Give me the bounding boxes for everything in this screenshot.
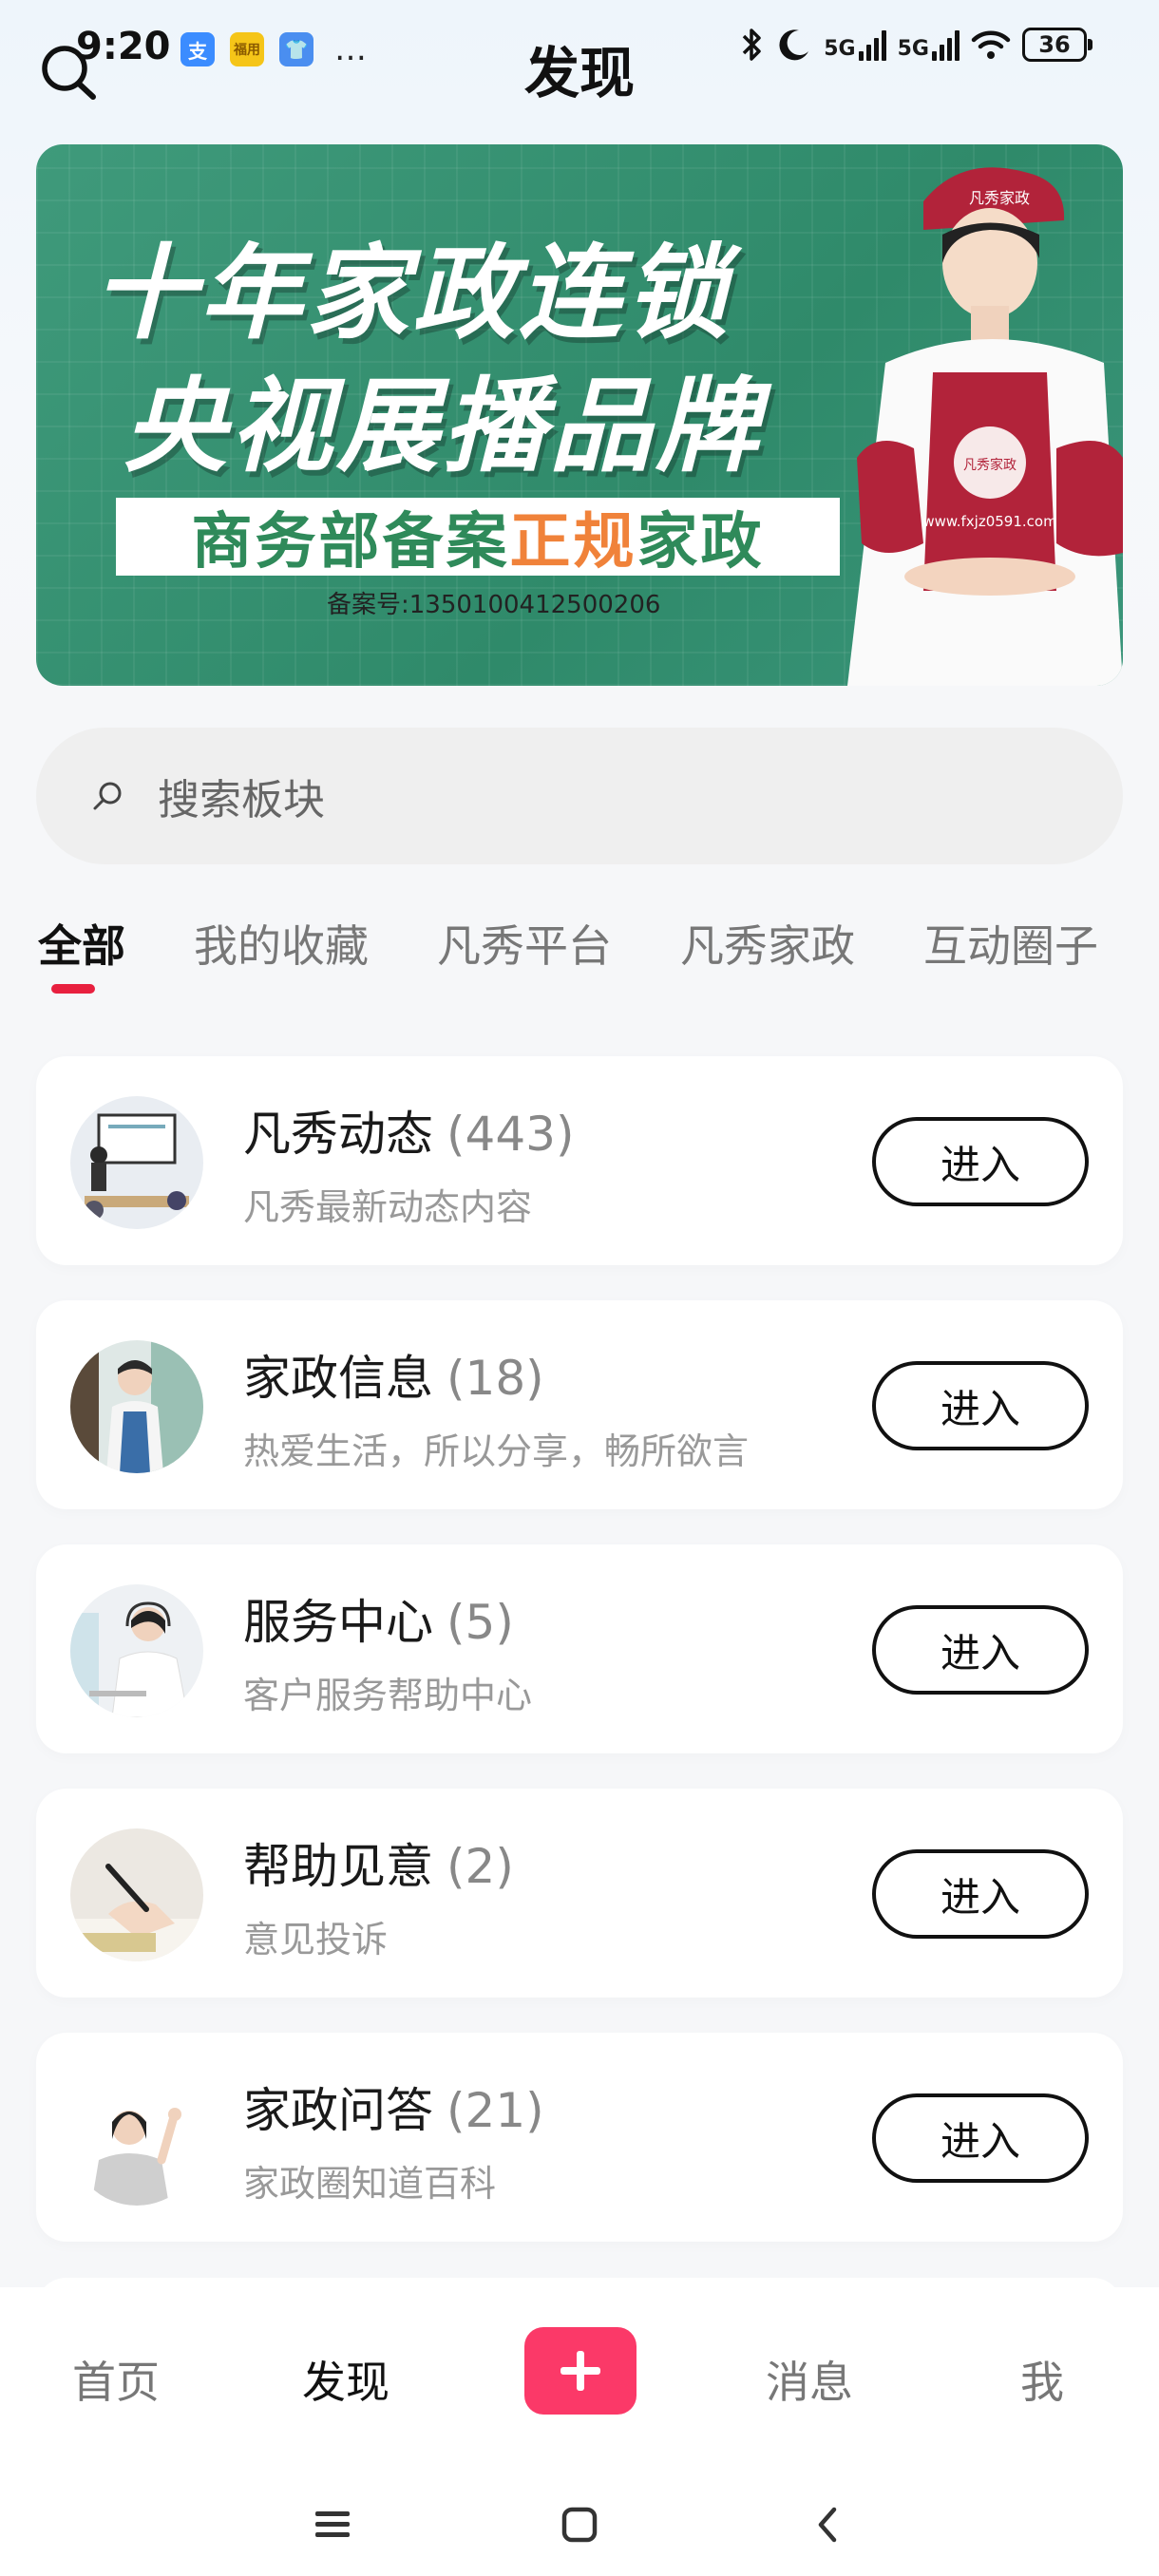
board-avatar-service-center <box>70 1584 203 1717</box>
board-title: 家政问答 (21) <box>243 2073 544 2141</box>
search-placeholder: 搜索板块 <box>158 776 325 824</box>
board-count: (21) <box>446 2083 544 2138</box>
tab-label: 全部 <box>38 920 125 972</box>
apron-badge-text: 凡秀家政 <box>963 457 1016 473</box>
home-square-icon[interactable] <box>560 2506 598 2544</box>
banner-headline-2: 央视展播品牌 <box>124 368 763 486</box>
board-count: (2) <box>446 1839 514 1894</box>
board-name: 家政信息 <box>243 1351 433 1406</box>
enter-button[interactable]: 进入 <box>872 1117 1089 1206</box>
tab-label: 互动圈子 <box>923 920 1098 972</box>
plus-icon <box>560 2351 600 2391</box>
nav-messages[interactable]: 消息 <box>766 2348 853 2411</box>
tab-label: 我的收藏 <box>194 920 369 972</box>
promo-banner[interactable]: 十年家政连锁 央视展播品牌 商务部备案 正规 家政 备案号:1350100412… <box>36 144 1123 686</box>
board-description: 客户服务帮助中心 <box>243 1675 533 1716</box>
board-title: 帮助见意 (2) <box>243 1828 514 1897</box>
nav-home[interactable]: 首页 <box>72 2348 160 2411</box>
board-avatar-qa <box>70 2073 203 2206</box>
tab-interactive-circle[interactable]: 互动圈子 <box>923 912 1098 975</box>
bottom-nav: 首页 发现 消息 我 <box>0 2287 1159 2576</box>
tab-all[interactable]: 全部 <box>38 912 125 994</box>
board-title: 服务中心 (5) <box>243 1584 514 1653</box>
board-avatar-news <box>70 1096 203 1229</box>
board-description: 凡秀最新动态内容 <box>243 1186 533 1228</box>
board-card-news[interactable]: 凡秀动态 (443) 凡秀最新动态内容 进入 <box>36 1056 1123 1265</box>
banner-person-image: 凡秀家政 凡秀家政 www.fxjz0591.com <box>847 167 1123 686</box>
board-card-feedback[interactable]: 帮助见意 (2) 意见投诉 进入 <box>36 1789 1123 1998</box>
board-name: 帮助见意 <box>243 1839 433 1894</box>
tab-label: 凡秀平台 <box>437 920 612 972</box>
strip-text-3: 家政 <box>636 507 765 578</box>
board-avatar-feedback <box>70 1828 203 1961</box>
board-card-housekeeping-info[interactable]: 家政信息 (18) 热爱生活，所以分享，畅所欲言 进入 <box>36 1300 1123 1509</box>
board-count: (5) <box>446 1595 514 1650</box>
board-name: 服务中心 <box>243 1595 433 1650</box>
enter-button[interactable]: 进入 <box>872 2093 1089 2183</box>
enter-button[interactable]: 进入 <box>872 1605 1089 1695</box>
search-icon <box>93 782 122 810</box>
board-card-service-center[interactable]: 服务中心 (5) 客户服务帮助中心 进入 <box>36 1544 1123 1753</box>
banner-headline-1: 十年家政连锁 <box>93 235 732 353</box>
banner-strip: 商务部备案 正规 家政 <box>116 498 840 578</box>
back-chevron-icon[interactable] <box>809 2506 847 2544</box>
nav-add-button[interactable] <box>524 2327 636 2415</box>
tab-label: 凡秀家政 <box>680 920 855 972</box>
hat-brand-text: 凡秀家政 <box>969 189 1030 207</box>
tab-fanxiu-platform[interactable]: 凡秀平台 <box>437 912 612 975</box>
tab-fanxiu-housekeeping[interactable]: 凡秀家政 <box>680 912 855 975</box>
nav-discover[interactable]: 发现 <box>302 2348 390 2411</box>
menu-icon[interactable] <box>314 2506 352 2544</box>
tab-active-indicator <box>51 984 95 994</box>
banner-record-number: 备案号:1350100412500206 <box>327 591 661 619</box>
board-list: 凡秀动态 (443) 凡秀最新动态内容 进入 家政信息 (18) 热爱生活，所以分享… <box>36 1056 1123 2277</box>
board-title: 凡秀动态 (443) <box>243 1096 574 1165</box>
nav-me[interactable]: 我 <box>1020 2348 1064 2411</box>
board-description: 意见投诉 <box>243 1919 389 1960</box>
board-name: 家政问答 <box>243 2083 433 2138</box>
board-description: 热爱生活，所以分享，畅所欲言 <box>243 1430 750 1472</box>
apron-url-text: www.fxjz0591.com <box>922 513 1056 530</box>
enter-button[interactable]: 进入 <box>872 1849 1089 1939</box>
board-name: 凡秀动态 <box>243 1107 433 1162</box>
enter-button[interactable]: 进入 <box>872 1361 1089 1450</box>
category-tabs: 全部 我的收藏 凡秀平台 凡秀家政 互动圈子 <box>38 912 1159 994</box>
board-title: 家政信息 (18) <box>243 1340 544 1409</box>
board-description: 家政圈知道百科 <box>243 2163 497 2205</box>
board-card-qa[interactable]: 家政问答 (21) 家政圈知道百科 进入 <box>36 2033 1123 2242</box>
board-count: (443) <box>446 1107 575 1162</box>
tab-my-favorites[interactable]: 我的收藏 <box>194 912 369 975</box>
board-avatar-housekeeping-info <box>70 1340 203 1473</box>
strip-text-1: 商务部备案 <box>191 507 510 578</box>
search-input[interactable]: 搜索板块 <box>36 728 1123 864</box>
page-title: 发现 <box>523 41 635 105</box>
strip-text-2: 正规 <box>509 507 637 578</box>
board-count: (18) <box>446 1351 544 1406</box>
